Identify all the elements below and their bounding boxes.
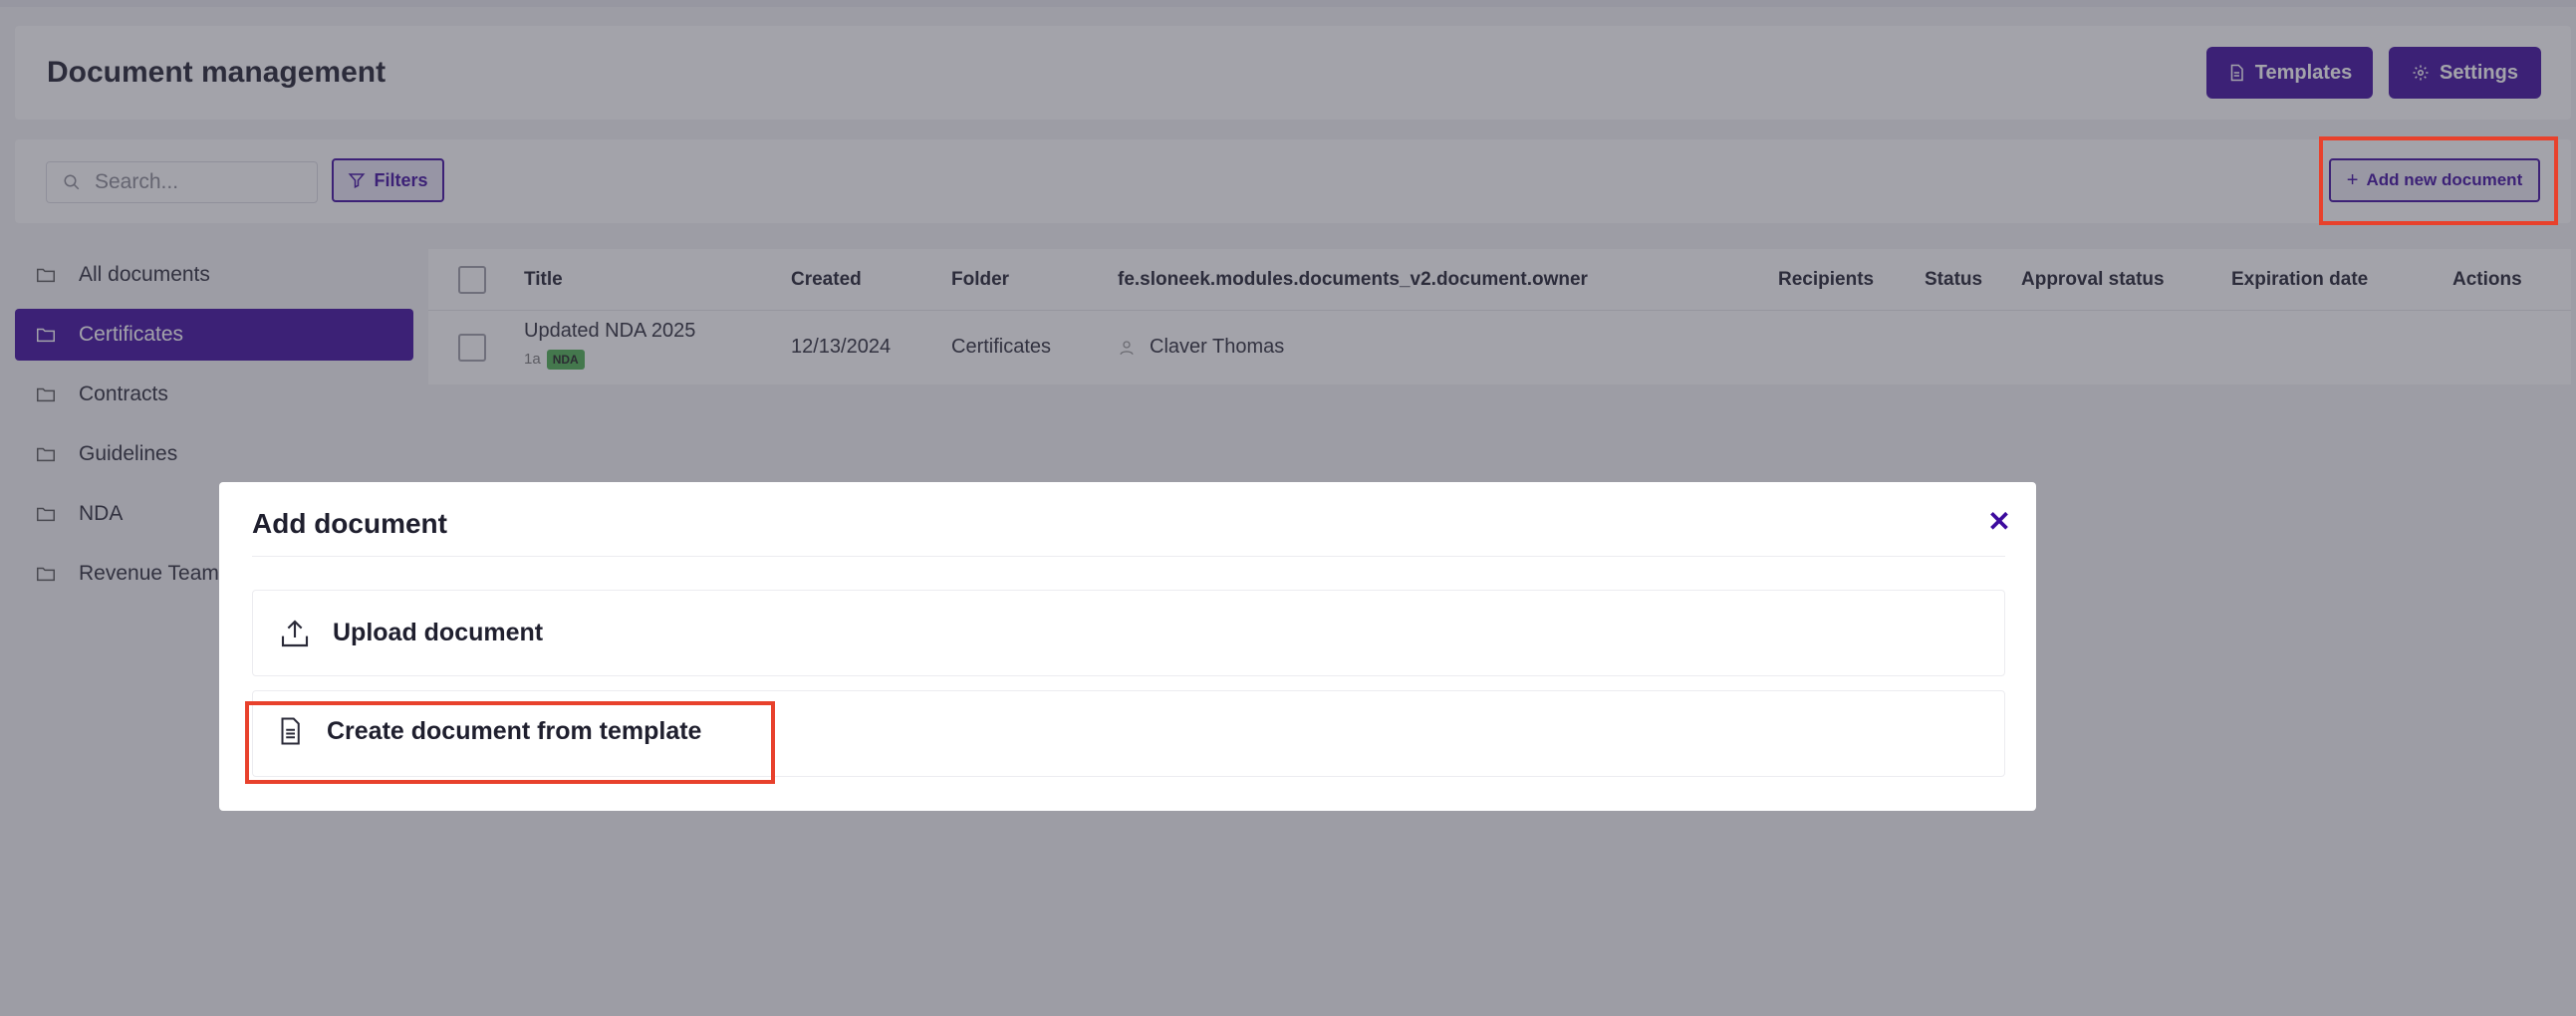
close-icon[interactable]: ✕ [1982, 504, 2016, 538]
upload-icon [281, 620, 309, 647]
create-from-template-label: Create document from template [327, 717, 702, 745]
document-template-icon [281, 717, 300, 745]
upload-document-label: Upload document [333, 619, 544, 646]
upload-document-option[interactable]: Upload document [252, 590, 2005, 676]
create-from-template-option[interactable]: Create document from template [252, 690, 2005, 777]
modal-divider [252, 556, 2005, 557]
add-document-modal: Add document ✕ Upload document Create do… [219, 482, 2036, 811]
modal-title: Add document [252, 508, 447, 539]
